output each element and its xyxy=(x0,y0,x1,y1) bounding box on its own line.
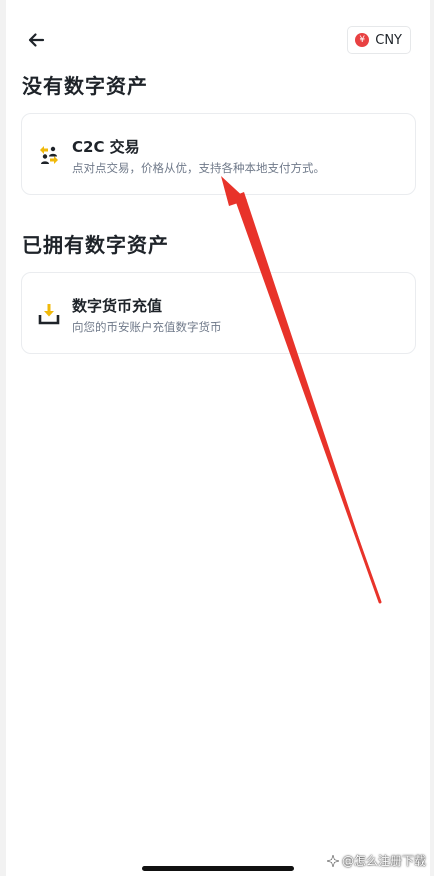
watermark: @怎么注册下载 xyxy=(326,852,426,869)
watermark-text: @怎么注册下载 xyxy=(341,854,426,868)
sparkle-icon xyxy=(326,854,339,867)
home-indicator xyxy=(142,866,294,871)
red-annotation-arrow xyxy=(221,176,382,604)
